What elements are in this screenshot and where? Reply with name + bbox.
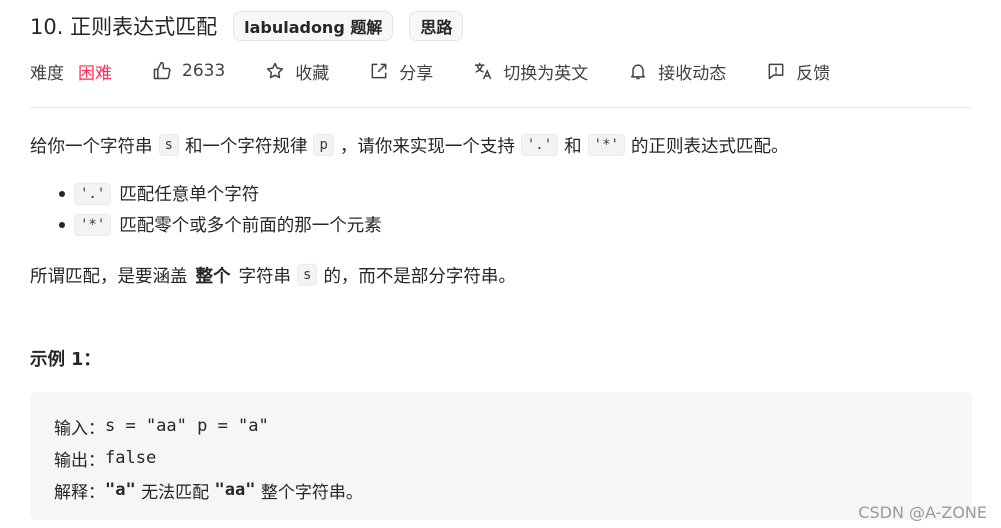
- text: 的，而不是部分字符串。: [323, 266, 516, 287]
- description-paragraph-1: 给你一个字符串 s 和一个字符规律 p ，请你来实现一个支持 '.' 和 '*'…: [30, 128, 972, 162]
- text: 的正则表达式匹配。: [630, 136, 789, 157]
- output-label: 输出：: [54, 450, 105, 471]
- list-item: '*' 匹配零个或多个前面的那一个元素: [59, 209, 972, 240]
- text: 字符串: [238, 266, 292, 287]
- notify-button[interactable]: 接收动态: [628, 59, 726, 84]
- translate-icon: [475, 62, 492, 80]
- code-star: '*': [74, 213, 112, 236]
- input-value: s = "aa" p = "a": [105, 416, 269, 436]
- example-title: 示例 1：: [30, 350, 101, 370]
- list-item: '.' 匹配任意单个字符: [59, 178, 972, 209]
- code-s: s: [158, 134, 179, 156]
- code-dot: '.': [520, 134, 559, 156]
- explain-label: 解释：: [54, 482, 105, 503]
- thumbs-up-icon: [153, 61, 171, 80]
- bell-icon: [631, 64, 646, 80]
- star-icon: [267, 62, 284, 79]
- translate-button[interactable]: 切换为英文: [473, 59, 588, 84]
- text: ，请你来实现一个支持: [339, 136, 515, 157]
- example-output: 输出： false: [54, 442, 972, 474]
- text: 所谓匹配，是要涵盖: [30, 266, 188, 287]
- tag-thinking[interactable]: 思路: [409, 11, 464, 41]
- problem-description: 给你一个字符串 s 和一个字符规律 p ，请你来实现一个支持 '.' 和 '*'…: [30, 128, 972, 292]
- code-p: p: [313, 134, 334, 156]
- like-count: 2633: [182, 61, 226, 81]
- explain-text: 整个字符串。: [255, 482, 363, 503]
- strong-text: 整个: [195, 266, 231, 287]
- difficulty: 难度 困难: [30, 59, 112, 84]
- favorite-label: 收藏: [295, 63, 330, 84]
- feedback-icon: [768, 63, 784, 80]
- favorite-button[interactable]: 收藏: [265, 59, 329, 84]
- like-button[interactable]: 2633: [152, 61, 225, 81]
- share-label: 分享: [399, 63, 434, 84]
- notify-label: 接收动态: [658, 63, 727, 84]
- feedback-label: 反馈: [796, 63, 831, 84]
- explain-text: 无法匹配: [135, 482, 215, 503]
- text: 和: [564, 136, 582, 157]
- problem-title: 10. 正则表达式匹配: [30, 15, 218, 39]
- description-paragraph-2: 所谓匹配，是要涵盖 整个 字符串 s 的，而不是部分字符串。: [30, 258, 972, 292]
- explain-value-aa: "aa": [214, 480, 256, 500]
- output-value: false: [105, 448, 157, 468]
- rule-text: 匹配任意单个字符: [119, 185, 260, 205]
- example-explanation: 解释： "a" 无法匹配 "aa" 整个字符串。: [54, 474, 972, 506]
- share-button[interactable]: 分享: [369, 59, 433, 84]
- meta-row: 难度 困难 2633 收藏 分享 切换为英文 接收动态 反馈: [30, 55, 870, 87]
- code-dot: '.': [74, 182, 112, 205]
- text: 给你一个字符串: [30, 136, 153, 157]
- code-star: '*': [587, 134, 625, 156]
- tag-solution[interactable]: labuladong 题解: [233, 11, 394, 41]
- rule-text: 匹配零个或多个前面的那一个元素: [119, 216, 382, 236]
- rules-list: '.' 匹配任意单个字符 '*' 匹配零个或多个前面的那一个元素: [59, 178, 972, 240]
- share-icon: [371, 63, 387, 79]
- difficulty-label: 难度: [30, 63, 64, 84]
- example-input: 输入： s = "aa" p = "a": [54, 410, 972, 442]
- code-s: s: [297, 264, 318, 286]
- difficulty-value: 困难: [78, 63, 112, 84]
- feedback-button[interactable]: 反馈: [766, 59, 830, 84]
- translate-label: 切换为英文: [503, 63, 589, 84]
- explain-value-a: "a": [105, 480, 136, 500]
- title-row: 10. 正则表达式匹配 labuladong 题解 思路: [30, 10, 479, 42]
- example-box: 输入： s = "aa" p = "a" 输出： false 解释： "a" 无法匹配…: [30, 392, 972, 520]
- text: 和一个字符规律: [184, 136, 308, 157]
- input-label: 输入：: [54, 418, 105, 439]
- divider: [30, 107, 972, 108]
- watermark: CSDN @A-ZONE: [858, 503, 987, 522]
